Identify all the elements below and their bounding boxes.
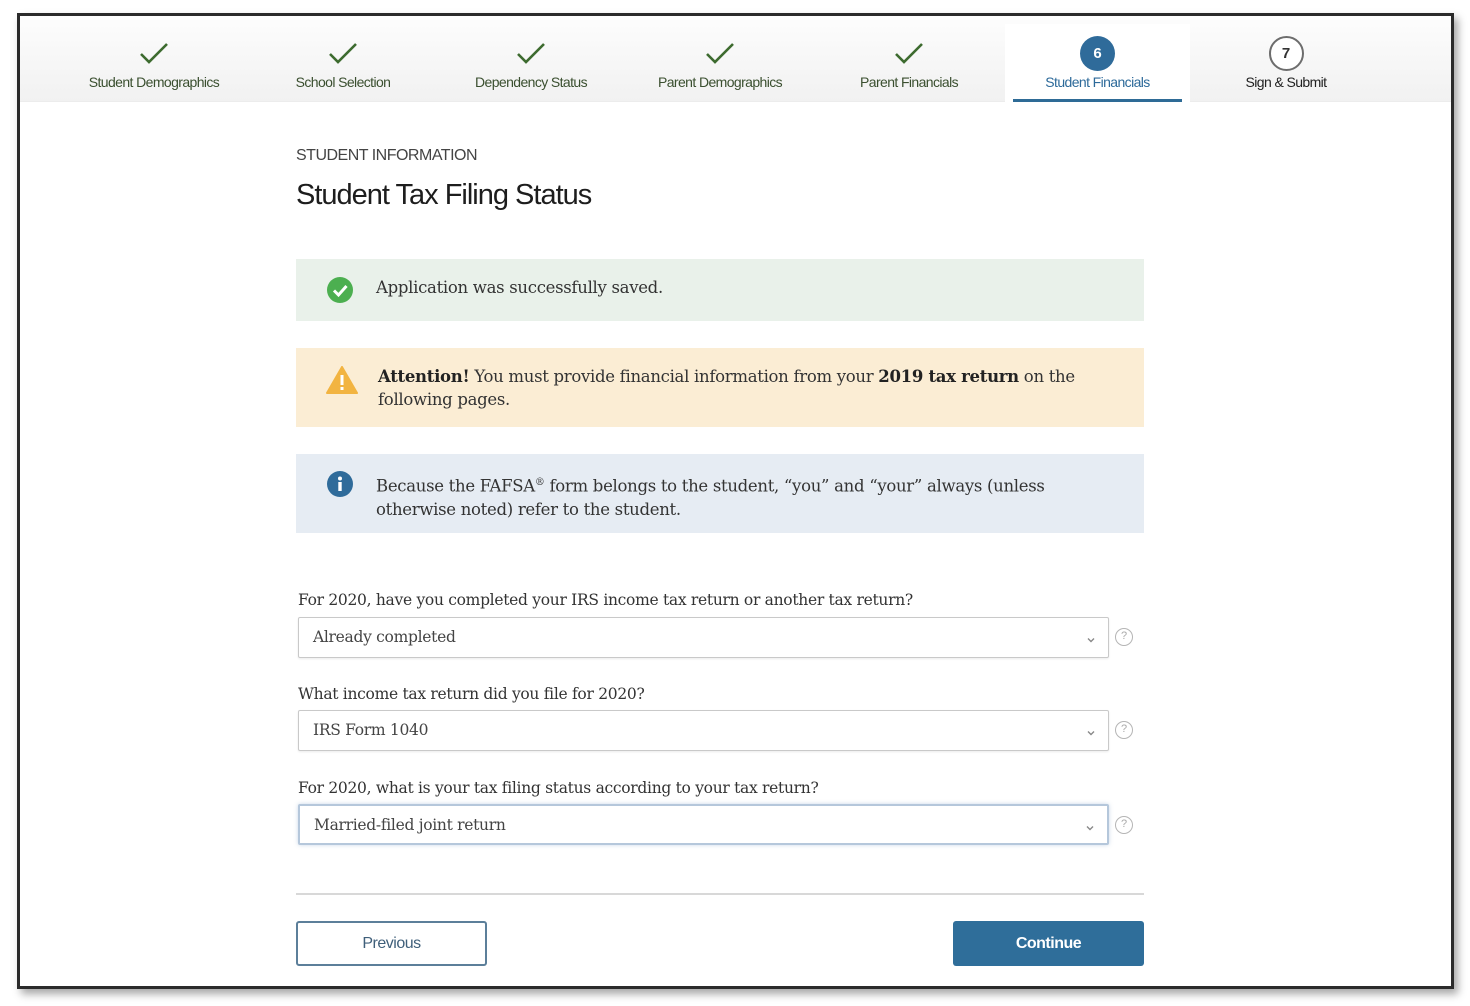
step-parent-financials[interactable]: Parent Financials [819,16,999,102]
help-icon[interactable]: ? [1115,628,1133,646]
check-circle-icon [326,276,354,304]
success-message: Application was successfully saved. [376,278,663,297]
info-message: Because the FAFSA® form belongs to the s… [376,471,1114,521]
checkmark-icon [513,35,549,71]
active-step-underline [1013,99,1182,102]
chevron-down-icon [1086,632,1096,643]
section-label: STUDENT INFORMATION [296,147,478,164]
app-frame: Student Demographics School Selection De… [17,13,1454,989]
step-label: Parent Demographics [658,74,783,90]
warning-emphasis: 2019 tax return [878,367,1019,386]
tax-return-completed-label: For 2020, have you completed your IRS in… [298,591,913,609]
warning-alert: Attention! You must provide financial in… [296,348,1144,427]
step-parent-demographics[interactable]: Parent Demographics [630,16,810,102]
step-number: 7 [1268,35,1304,71]
step-label: Parent Financials [860,74,959,90]
tax-return-type-label: What income tax return did you file for … [298,685,645,703]
step-label: Student Financials [1045,74,1150,90]
filing-status-select[interactable]: Married-filed joint return [298,804,1109,845]
step-label: Student Demographics [88,74,220,90]
help-icon[interactable]: ? [1115,816,1133,834]
tax-return-type-select[interactable]: IRS Form 1040 [298,710,1109,751]
help-icon[interactable]: ? [1115,721,1133,739]
step-label: Dependency Status [475,74,588,90]
warning-message: Attention! You must provide financial in… [378,365,1114,411]
warning-text: You must provide financial information f… [469,367,879,386]
step-number-badge: 6 [1080,35,1116,71]
select-value: Married-filed joint return [314,816,506,834]
warning-triangle-icon [326,366,358,394]
page-title: Student Tax Filing Status [296,179,592,211]
checkmark-icon [702,35,738,71]
checkmark-icon [325,35,361,71]
info-alert: Because the FAFSA® form belongs to the s… [296,454,1144,533]
step-label: Sign & Submit [1245,74,1328,90]
progress-stepper: Student Demographics School Selection De… [20,16,1451,102]
tax-return-completed-select[interactable]: Already completed [298,617,1109,658]
checkmark-icon [891,35,927,71]
info-text: Because the FAFSA [376,476,535,496]
info-circle-icon [326,470,354,498]
previous-button[interactable]: Previous [296,921,487,966]
step-label: School Selection [295,74,391,90]
checkmark-icon [136,35,172,71]
step-number: 6 [1080,35,1115,71]
warning-lead: Attention! [378,367,470,386]
select-value: IRS Form 1040 [313,721,429,739]
registered-mark: ® [534,477,545,488]
success-alert: Application was successfully saved. [296,259,1144,321]
divider [296,893,1144,895]
select-value: Already completed [313,628,456,646]
step-school-selection[interactable]: School Selection [253,16,433,102]
chevron-down-icon [1086,725,1096,736]
filing-status-label: For 2020, what is your tax filing status… [298,779,819,797]
step-student-demographics[interactable]: Student Demographics [64,16,244,102]
step-number-badge: 7 [1268,35,1304,71]
step-dependency-status[interactable]: Dependency Status [441,16,621,102]
continue-button[interactable]: Continue [953,921,1144,966]
chevron-down-icon [1085,820,1095,831]
step-student-financials[interactable]: 6 Student Financials [1005,24,1190,102]
step-sign-submit[interactable]: 7 Sign & Submit [1196,16,1376,102]
